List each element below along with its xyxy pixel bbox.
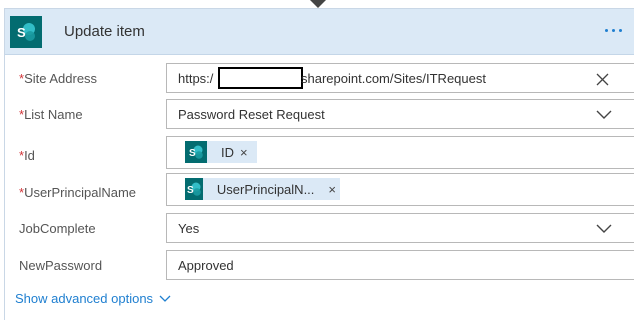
ellipsis-icon (604, 28, 608, 32)
svg-text:S: S (17, 25, 26, 40)
svg-text:S: S (189, 148, 196, 159)
new-password-label: NewPassword (19, 258, 103, 273)
user-principal-name-label: *UserPrincipalName (19, 185, 137, 200)
chevron-down-icon (159, 295, 171, 302)
sharepoint-logo-icon: S (185, 141, 207, 163)
card-header[interactable]: S Update item (5, 9, 634, 55)
job-complete-dropdown[interactable]: Yes (166, 213, 634, 243)
job-complete-label: JobComplete (19, 221, 96, 236)
site-address-value-prefix: https:/ (178, 71, 214, 86)
site-address-value-suffix: sharepoint.com/Sites/ITRequest (301, 71, 486, 86)
list-name-row: *List Name Password Reset Request (5, 99, 634, 129)
id-token[interactable]: S ID × (185, 141, 257, 163)
remove-user-principal-name-token-close-icon[interactable]: × (328, 182, 336, 197)
job-complete-value: Yes (178, 221, 200, 236)
site-address-row: *Site Address https:/ sharepoint.com/Sit… (5, 63, 634, 93)
list-name-dropdown[interactable]: Password Reset Request (166, 99, 634, 129)
user-principal-name-row: *UserPrincipalName S UserPrincipalN... × (5, 173, 634, 206)
new-password-input[interactable]: Approved (166, 250, 634, 280)
show-advanced-options-label: Show advanced options (15, 291, 154, 306)
new-password-value: Approved (178, 258, 234, 273)
list-name-label: *List Name (19, 107, 83, 122)
show-advanced-options-link[interactable]: Show advanced options (15, 291, 171, 306)
user-principal-name-token[interactable]: S UserPrincipalN... × (185, 178, 340, 200)
id-label: *Id (19, 148, 35, 163)
site-address-input[interactable]: https:/ sharepoint.com/Sites/ITRequest (166, 63, 634, 93)
flow-connector-arrow-icon (310, 0, 326, 8)
new-password-row: NewPassword Approved (5, 250, 634, 280)
chevron-down-icon[interactable] (596, 107, 612, 123)
redaction-box (218, 67, 303, 89)
card-title: Update item (64, 23, 145, 40)
id-token-label: ID (221, 144, 234, 160)
sharepoint-logo-icon: S (10, 16, 42, 48)
list-name-value: Password Reset Request (178, 107, 325, 122)
remove-id-token-close-icon[interactable]: × (240, 145, 248, 160)
job-complete-row: JobComplete Yes (5, 213, 634, 243)
site-address-label: *Site Address (19, 71, 98, 86)
chevron-down-icon[interactable] (596, 221, 612, 237)
sharepoint-logo-icon: S (185, 178, 203, 200)
update-item-action-card: S Update item *Site Address https:/ shar… (4, 8, 634, 320)
user-principal-name-input[interactable]: S UserPrincipalN... × (166, 173, 634, 206)
more-options-button[interactable] (600, 18, 626, 42)
svg-text:S: S (187, 185, 194, 196)
id-input[interactable]: S ID × (166, 136, 634, 169)
id-row: *Id S ID × (5, 136, 634, 169)
user-principal-name-token-label: UserPrincipalN... (216, 181, 315, 197)
clear-site-address-close-icon[interactable] (594, 71, 610, 87)
